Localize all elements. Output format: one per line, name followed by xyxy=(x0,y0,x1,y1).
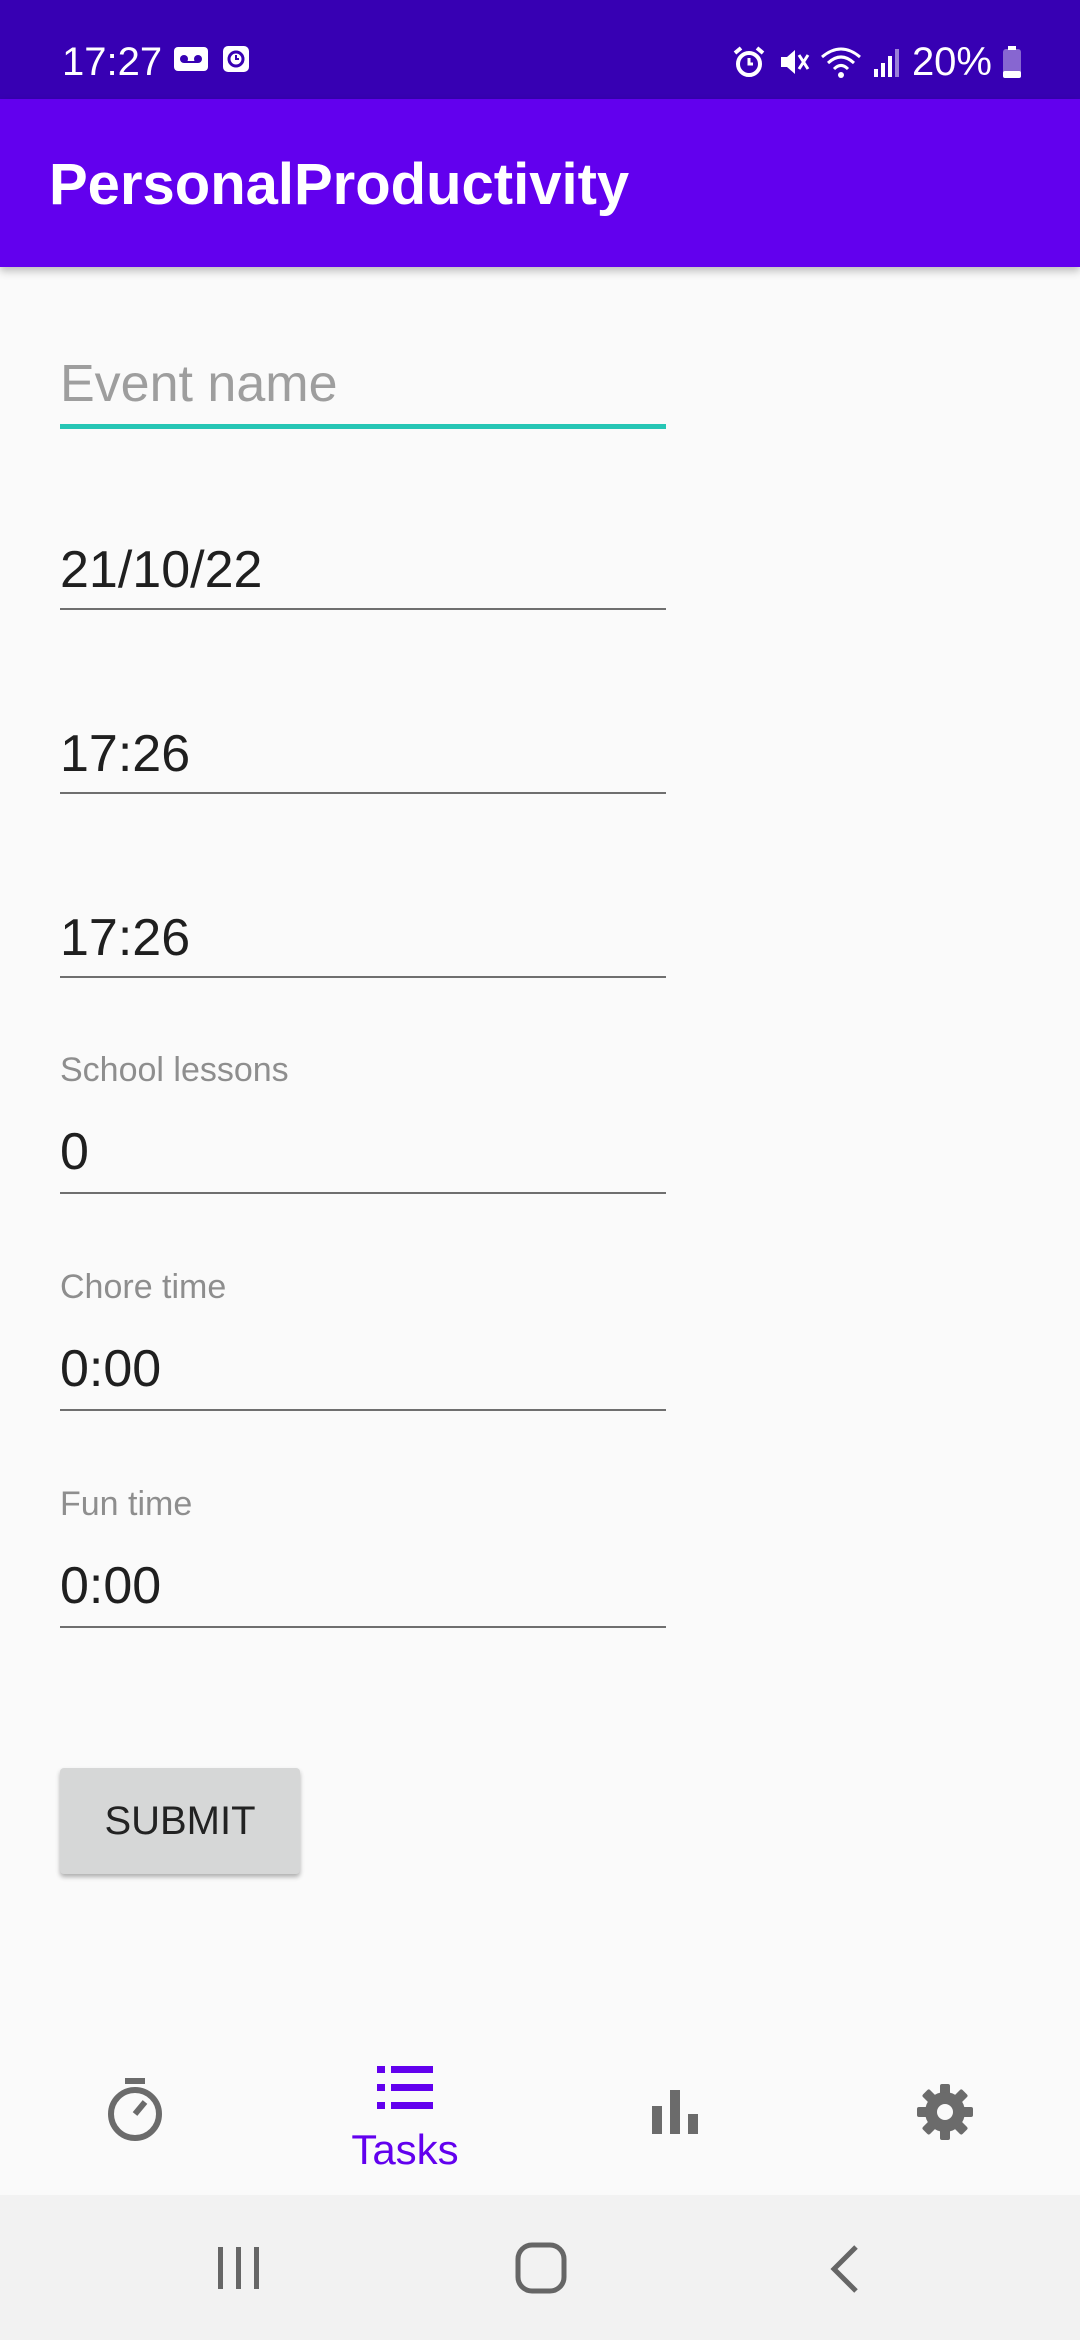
event-name-focus-line xyxy=(60,424,666,429)
nav-item-stats[interactable] xyxy=(540,2030,810,2195)
wifi-icon xyxy=(820,47,861,78)
nav-item-tasks[interactable]: Tasks xyxy=(270,2030,540,2195)
submit-button[interactable]: SUBMIT xyxy=(60,1768,300,1874)
battery-percent: 20% xyxy=(911,40,992,84)
date-value: 21/10/22 xyxy=(60,541,263,599)
system-nav-bar xyxy=(0,2195,1080,2340)
end-time-value: 17:26 xyxy=(60,909,191,967)
timer-icon xyxy=(108,2078,162,2141)
nav-label-tasks: Tasks xyxy=(351,2126,459,2173)
fun-time-underline xyxy=(60,1626,666,1628)
fun-time-field[interactable]: Fun time 0:00 xyxy=(60,1484,666,1630)
app-title: PersonalProductivity xyxy=(49,152,630,217)
school-lessons-field[interactable]: School lessons 0 xyxy=(60,1050,666,1196)
mute-icon xyxy=(780,50,810,74)
fun-time-label: Fun time xyxy=(60,1485,193,1523)
bar-chart-icon xyxy=(652,2090,698,2134)
nav-item-timer[interactable] xyxy=(0,2030,270,2195)
school-lessons-value: 0 xyxy=(60,1123,89,1181)
date-underline xyxy=(60,608,666,610)
bottom-nav: Tasks xyxy=(0,2030,1080,2195)
gear-icon xyxy=(917,2084,973,2140)
end-time-field[interactable]: 17:26 xyxy=(60,898,666,978)
back-icon[interactable] xyxy=(826,2243,862,2295)
event-name-field[interactable]: Event name xyxy=(60,340,666,430)
app-bar: PersonalProductivity xyxy=(0,99,1080,267)
clock-app-icon xyxy=(223,46,249,72)
status-left-icons xyxy=(173,44,251,74)
fun-time-value: 0:00 xyxy=(60,1557,162,1615)
list-icon xyxy=(377,2066,433,2109)
signal-icon xyxy=(873,49,899,77)
alarm-icon xyxy=(733,46,765,77)
recent-apps-icon[interactable] xyxy=(214,2245,264,2291)
home-icon[interactable] xyxy=(514,2241,568,2295)
start-time-value: 17:26 xyxy=(60,725,191,783)
status-right: 20% xyxy=(732,38,1022,86)
chore-time-value: 0:00 xyxy=(60,1340,162,1398)
start-time-underline xyxy=(60,792,666,794)
event-name-placeholder: Event name xyxy=(60,355,338,413)
status-bar: 17:27 20% xyxy=(0,0,1080,99)
date-field[interactable]: 21/10/22 xyxy=(60,530,666,610)
chore-time-label: Chore time xyxy=(60,1268,227,1306)
school-lessons-label: School lessons xyxy=(60,1051,289,1089)
status-time: 17:27 xyxy=(62,40,163,84)
start-time-field[interactable]: 17:26 xyxy=(60,714,666,794)
voicemail-icon xyxy=(174,47,208,71)
chore-time-underline xyxy=(60,1409,666,1411)
school-lessons-underline xyxy=(60,1192,666,1194)
end-time-underline xyxy=(60,976,666,978)
nav-item-settings[interactable] xyxy=(810,2030,1080,2195)
chore-time-field[interactable]: Chore time 0:00 xyxy=(60,1267,666,1413)
battery-icon xyxy=(1003,46,1021,78)
